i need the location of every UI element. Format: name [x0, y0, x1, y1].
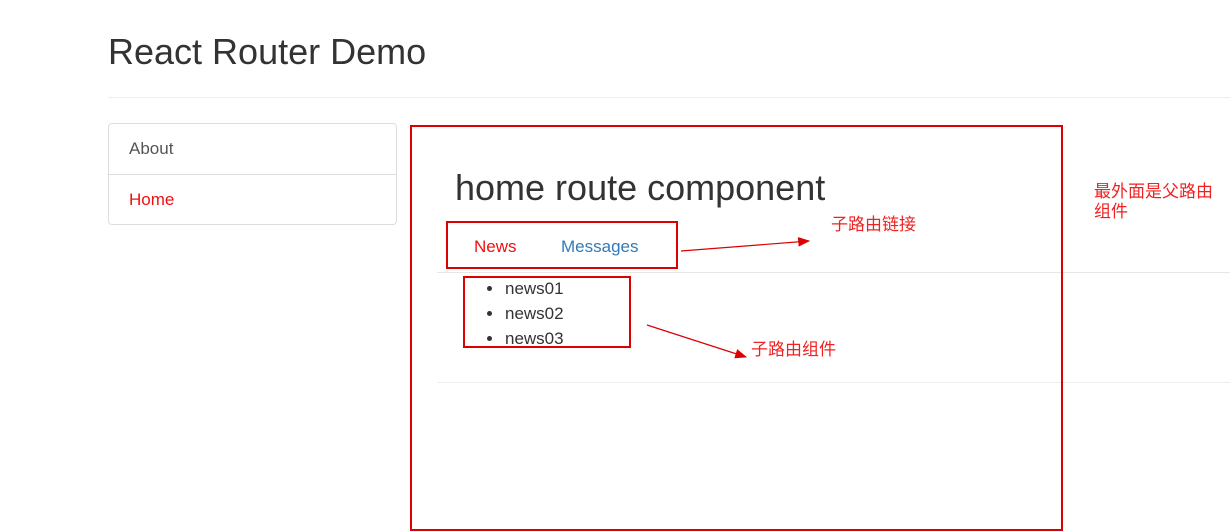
- sidebar-item-about[interactable]: About: [109, 124, 396, 174]
- annotation-child-route-component: 子路由组件: [751, 340, 836, 360]
- annotation-child-route-links: 子路由链接: [831, 215, 916, 235]
- sidebar-item-home[interactable]: Home: [109, 174, 396, 224]
- header-divider: [108, 97, 1230, 98]
- page: React Router Demo About Home home route …: [0, 0, 1230, 531]
- annotation-box-child-links: [446, 221, 678, 269]
- annotation-parent-route-component: 最外面是父路由组件: [1094, 182, 1213, 222]
- sidebar-nav: About Home: [108, 123, 397, 225]
- annotation-box-child-component: [463, 276, 631, 348]
- page-title: React Router Demo: [108, 31, 427, 72]
